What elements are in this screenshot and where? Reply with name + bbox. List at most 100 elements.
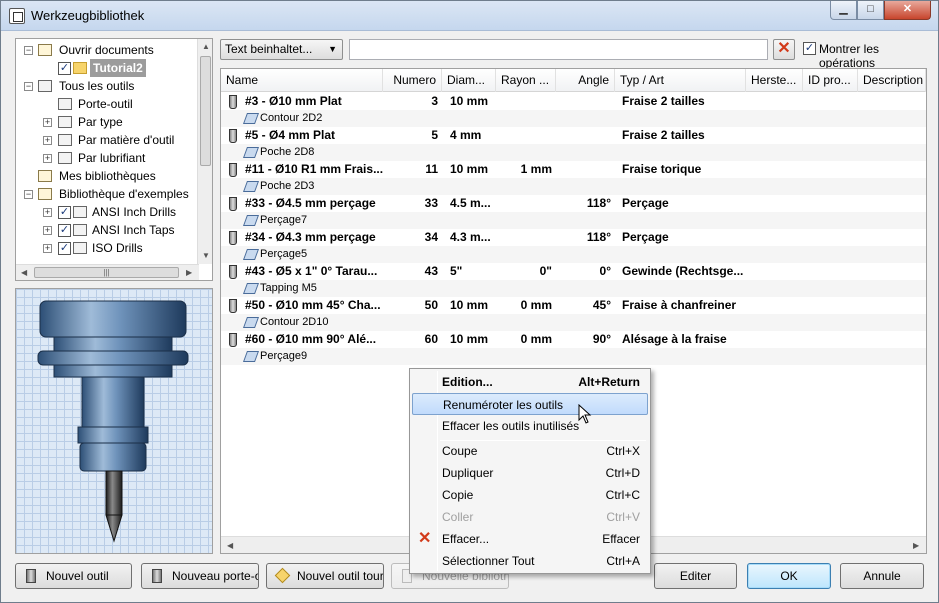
clear-filter-button[interactable]: ✕ xyxy=(773,39,795,60)
tool-rayon-cell: 0" xyxy=(539,264,552,278)
tool-row[interactable]: #3 - Ø10 mm Plat 3 10 mm Fraise 2 tailles xyxy=(221,93,926,110)
tree-checkbox[interactable]: ✓ xyxy=(58,206,71,219)
ok-button[interactable]: OK xyxy=(747,563,831,589)
operation-icon xyxy=(242,181,260,192)
tree-vertical-scrollbar[interactable]: ▲ ▼ xyxy=(197,39,212,264)
collapse-icon[interactable]: − xyxy=(24,190,33,199)
scroll-down-icon[interactable]: ▼ xyxy=(202,251,210,260)
search-folder-icon xyxy=(58,116,72,128)
collapse-icon[interactable]: − xyxy=(24,46,33,55)
tool-row[interactable]: #11 - Ø10 R1 mm Frais... 11 10 mm 1 mm Frais… xyxy=(221,161,926,178)
tool-row[interactable]: #5 - Ø4 mm Plat 5 4 mm Fraise 2 tailles xyxy=(221,127,926,144)
edit-button[interactable]: Editer xyxy=(654,563,737,589)
tree-horizontal-scrollbar[interactable]: ◀ ||| ▶ xyxy=(16,264,199,280)
context-menu: Edition... Alt+Return Renuméroter les ou… xyxy=(409,368,651,574)
menu-item-paste[interactable]: Coller Ctrl+V xyxy=(412,506,648,528)
maximize-button[interactable]: □ xyxy=(857,1,884,20)
operation-row[interactable]: Perçage9 xyxy=(221,348,926,365)
scroll-thumb[interactable]: ||| xyxy=(34,267,179,278)
tree-checkbox[interactable]: ✓ xyxy=(58,242,71,255)
menu-item-edit[interactable]: Edition... Alt+Return xyxy=(412,371,648,393)
close-button[interactable]: ✕ xyxy=(884,1,931,20)
tool-row[interactable]: #33 - Ø4.5 mm perçage 33 4.5 m... 118° Perça… xyxy=(221,195,926,212)
operation-row[interactable]: Perçage7 xyxy=(221,212,926,229)
menu-item-delete[interactable]: ✕ Effacer... Effacer xyxy=(412,528,648,550)
column-diameter[interactable]: Diam... xyxy=(442,69,496,92)
tool-type-cell: Fraise torique xyxy=(622,162,702,176)
tree-item-my-libraries[interactable]: Mes bibliothèques xyxy=(16,167,196,185)
column-name[interactable]: Name xyxy=(221,69,383,92)
operation-row[interactable]: Poche 2D3 xyxy=(221,178,926,195)
tree-item-ansi-taps[interactable]: + ✓ ANSI Inch Taps xyxy=(16,221,196,239)
new-tool-button[interactable]: Nouvel outil xyxy=(15,563,132,589)
tree-item-tutorial2[interactable]: ✓ Tutorial2 xyxy=(16,59,196,77)
column-numero[interactable]: Numero xyxy=(383,69,442,92)
expand-icon[interactable]: + xyxy=(43,154,52,163)
column-description[interactable]: Description xyxy=(858,69,926,92)
tree-item-open-documents[interactable]: − Ouvrir documents xyxy=(16,41,196,59)
tree-item-all-tools[interactable]: − Tous les outils xyxy=(16,77,196,95)
folder-icon xyxy=(38,170,52,182)
scroll-right-icon[interactable]: ▶ xyxy=(913,541,919,550)
expand-icon[interactable]: + xyxy=(43,118,52,127)
menu-item-copy[interactable]: Copie Ctrl+C xyxy=(412,484,648,506)
menu-item-duplicate[interactable]: Dupliquer Ctrl+D xyxy=(412,462,648,484)
collapse-icon[interactable]: − xyxy=(24,82,33,91)
operation-row[interactable]: Tapping M5 xyxy=(221,280,926,297)
new-turning-tool-button[interactable]: Nouvel outil tourna xyxy=(266,563,384,589)
scroll-right-icon[interactable]: ▶ xyxy=(186,268,192,277)
filter-mode-select[interactable]: Text beinhaltet... ▼ xyxy=(220,39,343,60)
tool-row[interactable]: #34 - Ø4.3 mm perçage 34 4.3 m... 118° Perça… xyxy=(221,229,926,246)
tree-item-sample-library[interactable]: − Bibliothèque d'exemples xyxy=(16,185,196,203)
tool-numero-cell: 60 xyxy=(424,332,438,346)
tool-row[interactable]: #43 - Ø5 x 1" 0° Tarau... 43 5" 0" 0° Gewinde… xyxy=(221,263,926,280)
operation-row[interactable]: Poche 2D8 xyxy=(221,144,926,161)
column-type[interactable]: Typ / Art xyxy=(615,69,746,92)
tree-item-label: Bibliothèque d'exemples xyxy=(59,187,189,201)
tool-icon xyxy=(229,129,237,143)
tool-type-cell: Fraise à chanfreiner xyxy=(622,298,737,312)
show-operations-checkbox[interactable]: ✓ xyxy=(803,42,816,55)
menu-item-label: Dupliquer xyxy=(442,466,494,480)
column-manufacturer[interactable]: Herste... xyxy=(746,69,803,92)
tree-item-label: Par lubrifiant xyxy=(78,151,146,165)
scroll-left-icon[interactable]: ◀ xyxy=(21,268,27,277)
operation-row[interactable]: Contour 2D2 xyxy=(221,110,926,127)
tree-item-by-material[interactable]: + Par matière d'outil xyxy=(16,131,196,149)
filter-text-input[interactable] xyxy=(349,39,768,60)
tool-angle-cell: 118° xyxy=(586,196,611,210)
tool-type-cell: Fraise 2 tailles xyxy=(622,94,705,108)
menu-item-cut[interactable]: Coupe Ctrl+X xyxy=(412,440,648,462)
tree-checkbox[interactable]: ✓ xyxy=(58,62,71,75)
scroll-thumb[interactable] xyxy=(200,56,211,166)
scroll-up-icon[interactable]: ▲ xyxy=(202,42,210,51)
menu-item-label: Edition... xyxy=(442,375,493,389)
column-product-id[interactable]: ID pro... xyxy=(803,69,858,92)
menu-item-delete-unused[interactable]: Effacer les outils inutilisés xyxy=(412,415,648,437)
expand-icon[interactable]: + xyxy=(43,244,52,253)
column-radius[interactable]: Rayon ... xyxy=(496,69,556,92)
tool-row[interactable]: #60 - Ø10 mm 90° Alé... 60 10 mm 0 mm 90° Alé… xyxy=(221,331,926,348)
menu-item-renumber[interactable]: Renuméroter les outils xyxy=(412,393,648,415)
expand-icon[interactable]: + xyxy=(43,226,52,235)
tree-item-by-type[interactable]: + Par type xyxy=(16,113,196,131)
menu-item-select-all[interactable]: Sélectionner Tout Ctrl+A xyxy=(412,550,648,572)
tree-item-iso-drills[interactable]: + ✓ ISO Drills xyxy=(16,239,196,257)
tree-item-holders[interactable]: Porte-outil xyxy=(16,95,196,113)
tool-numero-cell: 11 xyxy=(425,162,438,176)
operation-row[interactable]: Perçage5 xyxy=(221,246,926,263)
tree-item-label: Mes bibliothèques xyxy=(59,169,156,183)
tool-name-cell: #60 - Ø10 mm 90° Alé... xyxy=(245,332,377,346)
expand-icon[interactable]: + xyxy=(43,208,52,217)
minimize-button[interactable]: ▁ xyxy=(830,1,857,20)
tree-item-by-coolant[interactable]: + Par lubrifiant xyxy=(16,149,196,167)
expand-icon[interactable]: + xyxy=(43,136,52,145)
new-holder-button[interactable]: Nouveau porte-ou xyxy=(141,563,259,589)
column-angle[interactable]: Angle xyxy=(556,69,615,92)
cancel-button[interactable]: Annule xyxy=(840,563,924,589)
tree-item-ansi-drills[interactable]: + ✓ ANSI Inch Drills xyxy=(16,203,196,221)
operation-row[interactable]: Contour 2D10 xyxy=(221,314,926,331)
tree-checkbox[interactable]: ✓ xyxy=(58,224,71,237)
tool-row[interactable]: #50 - Ø10 mm 45° Cha... 50 10 mm 0 mm 45° Fra… xyxy=(221,297,926,314)
scroll-left-icon[interactable]: ◀ xyxy=(227,541,233,550)
